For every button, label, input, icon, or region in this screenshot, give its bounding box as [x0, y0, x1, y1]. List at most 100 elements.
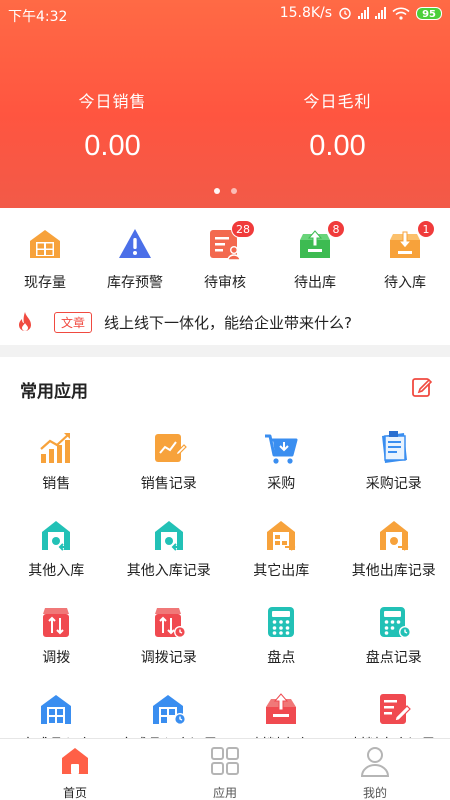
tab-mine[interactable]: 我的: [300, 739, 450, 800]
carousel-dot-active: [213, 188, 220, 194]
app-transfer-record[interactable]: 调拨记录: [113, 604, 226, 691]
shortcut-label: 待审核: [204, 275, 246, 291]
warehouse-icon: [27, 226, 63, 262]
app-other-outbound-record[interactable]: 其他出库记录: [338, 517, 450, 604]
app-label: 盘点: [267, 650, 296, 666]
tab-home[interactable]: 首页: [0, 739, 150, 800]
app-label: 其他入库记录: [126, 563, 211, 579]
fire-icon: [19, 312, 31, 331]
tab-label: 首页: [62, 786, 87, 800]
common-apps-title: 常用应用: [20, 382, 88, 402]
pending-inbound-badge: 1: [417, 220, 435, 238]
other-inbound-icon: [38, 517, 74, 553]
app-label: 盘点记录: [365, 650, 422, 666]
user-icon: [360, 747, 390, 777]
app-label: 其它出库: [253, 563, 310, 579]
app-label: 调拨记录: [140, 650, 197, 666]
sales-chart-icon: [38, 430, 74, 466]
app-label: 调拨: [42, 650, 71, 666]
app-row: 调拨 调拨记录 盘点 盘点记录: [0, 604, 450, 691]
signal-icon-2: [375, 7, 387, 19]
shortcut-label: 待入库: [384, 275, 426, 291]
section-divider: [0, 345, 450, 357]
status-icons: 15.8K/s 95: [280, 5, 442, 21]
news-headline[interactable]: 线上线下一体化，能给企业带来什么?: [104, 312, 352, 333]
audit-icon: 28: [207, 220, 255, 262]
battery-indicator: 95: [416, 6, 442, 20]
today-stats: 今日销售 0.00 今日毛利 0.00: [0, 88, 450, 163]
app-sales-record[interactable]: 销售记录: [113, 430, 226, 517]
stat-label: 今日毛利: [303, 92, 372, 111]
app-purchase[interactable]: 采购: [225, 430, 338, 517]
status-bar: 下午4:32 15.8K/s 95: [0, 0, 450, 30]
net-speed: 15.8K/s: [279, 5, 333, 21]
app-other-inbound-record[interactable]: 其他入库记录: [113, 517, 226, 604]
shortcut-stock-warning[interactable]: 库存预警: [90, 226, 180, 292]
app-label: 销售: [42, 476, 71, 492]
wifi-icon: [392, 7, 410, 20]
finished-inbound-icon: [38, 691, 74, 727]
sales-record-icon: [151, 430, 187, 466]
apps-grid-icon: [211, 747, 239, 775]
other-outbound-icon: [263, 517, 299, 553]
app-label: 其他出库记录: [351, 563, 436, 579]
inbound-box-icon: 1: [387, 220, 435, 262]
header-banner: 下午4:32 15.8K/s 95 今日销售 0.00 今日毛利 0.00: [0, 0, 450, 208]
shortcut-bar: 现存量 库存预警 28 待审核 8 待出库 1 待入库: [0, 220, 450, 292]
finished-inbound-record-icon: [151, 691, 187, 727]
transfer-record-icon: [151, 604, 187, 640]
carousel-indicator: [0, 188, 450, 194]
signal-icon: [358, 7, 370, 19]
common-apps-grid: 销售 销售记录 采购 采购记录 其他入库 其他入库记录 其它出库 其他出库记录 …: [0, 430, 450, 778]
stocktake-icon: [263, 604, 299, 640]
app-other-inbound[interactable]: 其他入库: [0, 517, 113, 604]
app-label: 采购: [267, 476, 296, 492]
other-outbound-record-icon: [376, 517, 412, 553]
app-stocktake[interactable]: 盘点: [225, 604, 338, 691]
shortcut-label: 待出库: [294, 275, 336, 291]
stocktake-record-icon: [376, 604, 412, 640]
shortcut-pending-inbound[interactable]: 1 待入库: [360, 220, 450, 292]
shortcut-pending-audit[interactable]: 28 待审核: [180, 220, 270, 292]
transfer-icon: [38, 604, 74, 640]
app-sales[interactable]: 销售: [0, 430, 113, 517]
pending-outbound-badge: 8: [327, 220, 345, 238]
home-icon: [62, 748, 88, 774]
purchase-record-icon: [376, 430, 412, 466]
app-purchase-record[interactable]: 采购记录: [338, 430, 450, 517]
alarm-icon: [339, 7, 351, 20]
shortcut-label: 现存量: [24, 275, 66, 291]
status-time: 下午4:32: [8, 9, 68, 25]
tab-label: 应用: [212, 786, 237, 800]
shortcut-pending-outbound[interactable]: 8 待出库: [270, 220, 360, 292]
stat-value: 0.00: [84, 130, 141, 162]
stat-today-sales[interactable]: 今日销售 0.00: [0, 88, 225, 163]
news-tag: 文章: [54, 311, 93, 333]
app-row: 其他入库 其他入库记录 其它出库 其他出库记录: [0, 517, 450, 604]
outbound-box-icon: 8: [297, 220, 345, 262]
other-inbound-record-icon: [151, 517, 187, 553]
bottom-tab-bar: 首页 应用 我的: [0, 738, 450, 800]
stat-today-profit[interactable]: 今日毛利 0.00: [225, 88, 450, 163]
warning-icon: [117, 226, 153, 262]
stat-value: 0.00: [309, 130, 366, 162]
app-row: 销售 销售记录 采购 采购记录: [0, 430, 450, 517]
app-stocktake-record[interactable]: 盘点记录: [338, 604, 450, 691]
tab-label: 我的: [362, 786, 387, 800]
material-outbound-record-icon: [376, 691, 412, 727]
app-label: 其他入库: [28, 563, 85, 579]
shortcut-label: 库存预警: [107, 275, 163, 291]
stat-label: 今日销售: [78, 92, 147, 111]
cart-icon: [263, 430, 299, 466]
news-ticker[interactable]: 文章 线上线下一体化，能给企业带来什么?: [14, 308, 444, 336]
carousel-dot: [230, 188, 237, 194]
tab-apps[interactable]: 应用: [150, 739, 300, 800]
app-other-outbound[interactable]: 其它出库: [225, 517, 338, 604]
app-label: 采购记录: [365, 476, 422, 492]
edit-icon[interactable]: [411, 376, 433, 398]
pending-audit-badge: 28: [231, 220, 255, 238]
material-outbound-icon: [263, 691, 299, 727]
shortcut-stock-on-hand[interactable]: 现存量: [0, 226, 90, 292]
app-transfer[interactable]: 调拨: [0, 604, 113, 691]
app-label: 销售记录: [140, 476, 197, 492]
